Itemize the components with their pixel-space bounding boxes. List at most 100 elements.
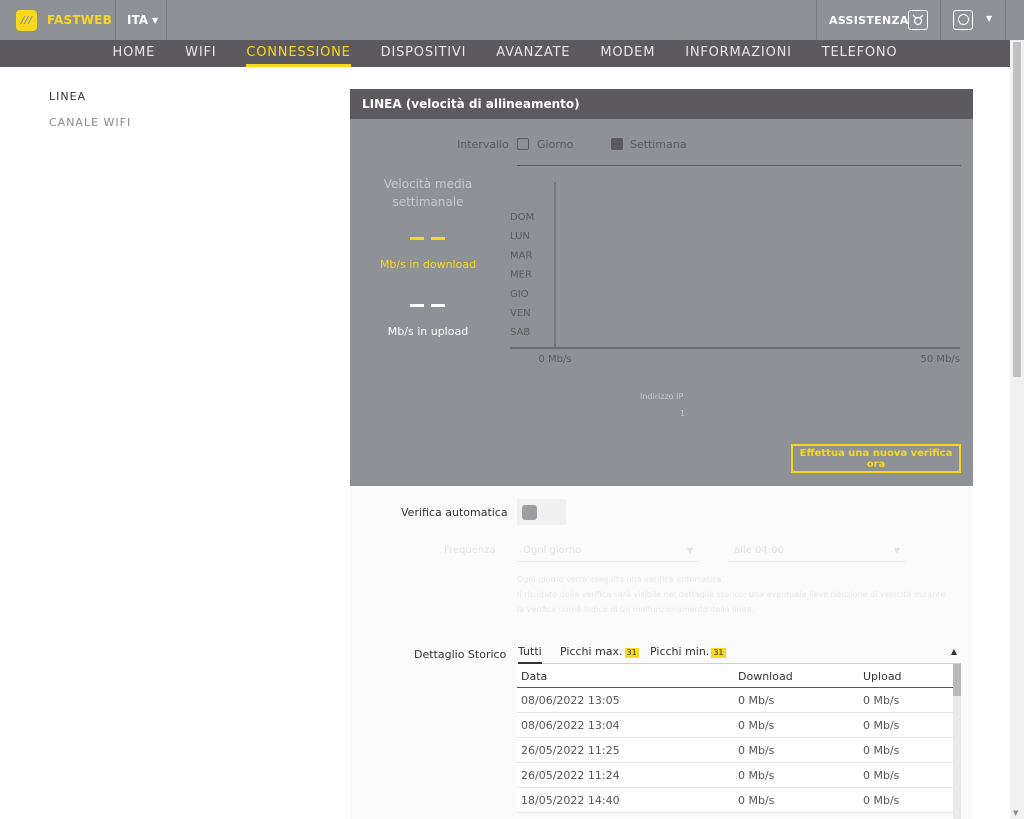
tab-modem[interactable]: MODEM bbox=[585, 40, 670, 67]
tab-telefono[interactable]: TELEFONO bbox=[807, 40, 913, 67]
chevron-down-icon: ▼ bbox=[686, 546, 693, 555]
settings-area: Verifica automatica Frequenza Ogni giorn… bbox=[350, 486, 973, 819]
column-header-data[interactable]: Data bbox=[521, 670, 547, 683]
history-tab-all[interactable]: Tutti bbox=[518, 645, 542, 664]
row-date: 08/06/2022 13:04 bbox=[521, 719, 620, 732]
download-value-dash bbox=[410, 237, 424, 240]
ip-address-label: Indirizzo IP bbox=[640, 392, 684, 401]
table-row: 18/05/2022 14:40 0 Mb/s 0 Mb/s bbox=[517, 788, 953, 813]
tab-connessione[interactable]: CONNESSIONE bbox=[231, 40, 365, 67]
table-row: 08/06/2022 13:05 0 Mb/s 0 Mb/s bbox=[517, 688, 953, 713]
avg-speed-title: Velocità media settimanale bbox=[383, 177, 473, 209]
row-download: 0 Mb/s bbox=[738, 694, 775, 707]
auto-check-note: Il risultato della verifica sarà visibil… bbox=[517, 590, 946, 599]
upload-value-dash bbox=[410, 304, 424, 307]
row-download: 0 Mb/s bbox=[738, 744, 775, 757]
tab-avanzate[interactable]: AVANZATE bbox=[481, 40, 585, 67]
frequency-select[interactable]: Ogni giorno ▼ bbox=[517, 540, 699, 562]
download-unit: Mb/s in download bbox=[379, 258, 477, 271]
download-value-dash bbox=[431, 237, 445, 240]
min-count-badge: 31 bbox=[711, 648, 726, 658]
language-label: ITA bbox=[127, 13, 149, 27]
row-download: 0 Mb/s bbox=[738, 719, 775, 732]
row-date: 18/05/2022 14:40 bbox=[521, 794, 620, 807]
verify-now-button[interactable]: Effettua una nuova verifica ora bbox=[791, 444, 961, 473]
main-nav: HOME WIFI CONNESSIONE DISPOSITIVI AVANZA… bbox=[0, 40, 1010, 67]
ip-address-value: 1 bbox=[680, 409, 686, 418]
row-date: 26/05/2022 11:25 bbox=[521, 744, 620, 757]
y-tick-label: LUN bbox=[510, 231, 530, 242]
side-menu: LINEA CANALE WIFI bbox=[49, 90, 131, 142]
table-row: 08/06/2022 13:04 0 Mb/s 0 Mb/s bbox=[517, 713, 953, 738]
brand-name: FASTWEB bbox=[47, 13, 112, 27]
settimana-checkbox[interactable] bbox=[611, 138, 623, 150]
collapse-icon[interactable]: ▲ bbox=[951, 647, 957, 656]
table-row: 26/05/2022 11:24 0 Mb/s 0 Mb/s bbox=[517, 763, 953, 788]
auto-check-note: la verifica non è indice di un malfunzio… bbox=[517, 605, 755, 614]
y-tick-label: SAB bbox=[510, 327, 530, 338]
divider bbox=[517, 165, 961, 166]
history-table: Data Download Upload 08/06/2022 13:05 0 … bbox=[517, 664, 953, 813]
history-tab-max-label: Picchi max. bbox=[560, 645, 623, 658]
table-header: Data Download Upload bbox=[517, 664, 953, 688]
max-count-badge: 31 bbox=[624, 648, 639, 658]
history-tab-min-label: Picchi min. bbox=[650, 645, 710, 658]
history-label: Dettaglio Storico bbox=[414, 648, 507, 661]
y-tick-label: VEN bbox=[510, 308, 531, 319]
frequency-value: Ogni giorno bbox=[523, 545, 582, 556]
tab-wifi[interactable]: WIFI bbox=[170, 40, 231, 67]
language-selector[interactable]: ITA ▼ bbox=[115, 0, 167, 40]
top-bar: /// FASTWEB ITA ▼ ASSISTENZA ▼ bbox=[0, 0, 1024, 40]
line-speed-panel: Intervallo Giorno Settimana Velocità med… bbox=[350, 119, 973, 486]
y-tick-label: MER bbox=[510, 270, 532, 281]
row-date: 26/05/2022 11:24 bbox=[521, 769, 620, 782]
row-upload: 0 Mb/s bbox=[863, 744, 900, 757]
user-menu[interactable]: ▼ bbox=[940, 0, 1006, 40]
interval-label: Intervallo bbox=[457, 138, 509, 151]
history-tab-min[interactable]: Picchi min. 31 bbox=[650, 645, 726, 658]
user-icon bbox=[953, 10, 973, 30]
sidebar-item-canale-wifi[interactable]: CANALE WIFI bbox=[49, 116, 131, 142]
giorno-checkbox[interactable] bbox=[517, 138, 529, 150]
brand[interactable]: /// FASTWEB bbox=[0, 0, 115, 40]
panel-title: LINEA (velocità di allineamento) bbox=[350, 89, 973, 119]
auto-check-toggle[interactable] bbox=[517, 499, 566, 525]
time-value: alle 04:00 bbox=[734, 545, 784, 556]
history-tab-max[interactable]: Picchi max. 31 bbox=[560, 645, 639, 658]
table-scrollbar-thumb[interactable] bbox=[953, 664, 961, 696]
auto-check-label: Verifica automatica bbox=[401, 506, 508, 519]
page-scrollbar-thumb[interactable] bbox=[1013, 42, 1021, 377]
tab-dispositivi[interactable]: DISPOSITIVI bbox=[366, 40, 482, 67]
weekly-speed-chart: DOM LUN MAR MER GIO VEN SAB 0 Mb/s 50 Mb/s bbox=[510, 182, 960, 365]
upload-value-dash bbox=[431, 304, 445, 307]
history-tabs: Tutti Picchi max. 31 Picchi min. 31 ▲ bbox=[517, 643, 961, 664]
auto-check-note: Ogni giorno verrà eseguita una verifica … bbox=[517, 575, 725, 584]
sidebar-item-linea[interactable]: LINEA bbox=[49, 90, 131, 116]
y-tick-label: MAR bbox=[510, 250, 532, 261]
row-date: 08/06/2022 13:05 bbox=[521, 694, 620, 707]
row-upload: 0 Mb/s bbox=[863, 719, 900, 732]
tab-informazioni[interactable]: INFORMAZIONI bbox=[670, 40, 807, 67]
scroll-down-icon[interactable]: ▼ bbox=[1013, 809, 1018, 817]
y-tick-label: DOM bbox=[510, 212, 534, 223]
column-header-upload[interactable]: Upload bbox=[863, 670, 902, 683]
page-scrollbar[interactable]: ▼ bbox=[1010, 40, 1024, 819]
giorno-label[interactable]: Giorno bbox=[537, 138, 573, 151]
row-upload: 0 Mb/s bbox=[863, 694, 900, 707]
chevron-down-icon: ▼ bbox=[152, 15, 159, 25]
table-row: 26/05/2022 11:25 0 Mb/s 0 Mb/s bbox=[517, 738, 953, 763]
row-upload: 0 Mb/s bbox=[863, 769, 900, 782]
time-select[interactable]: alle 04:00 ▼ bbox=[728, 540, 906, 562]
tab-home[interactable]: HOME bbox=[98, 40, 171, 67]
upload-unit: Mb/s in upload bbox=[387, 325, 469, 338]
chevron-down-icon: ▼ bbox=[986, 14, 993, 23]
settimana-label[interactable]: Settimana bbox=[630, 138, 687, 151]
assistance-button[interactable]: ASSISTENZA bbox=[816, 0, 940, 40]
toggle-knob bbox=[522, 505, 537, 520]
table-scrollbar[interactable] bbox=[953, 664, 961, 819]
column-header-download[interactable]: Download bbox=[738, 670, 793, 683]
y-tick-label: GIO bbox=[510, 289, 529, 300]
frequency-label: Frequenza bbox=[444, 545, 496, 556]
row-download: 0 Mb/s bbox=[738, 794, 775, 807]
x-tick-label: 0 Mb/s bbox=[538, 354, 571, 365]
